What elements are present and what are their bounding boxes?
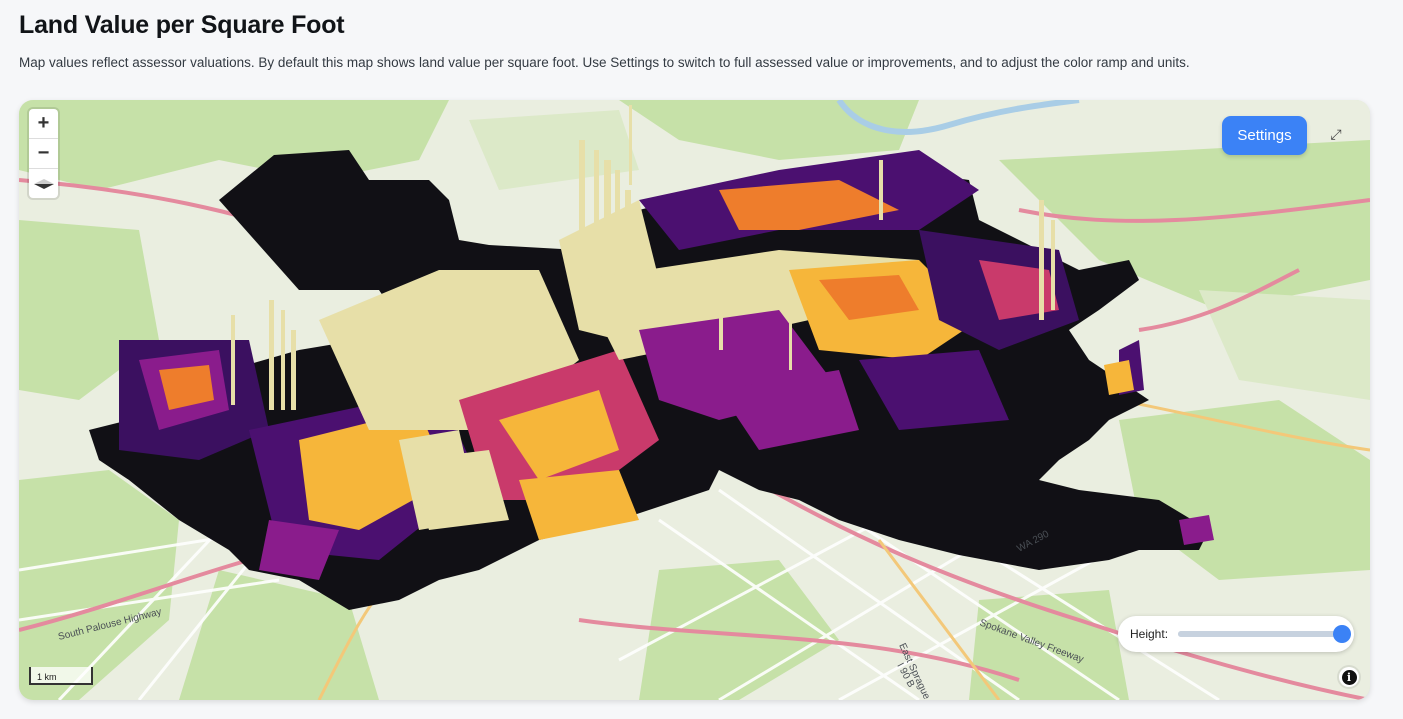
height-slider-fill bbox=[1178, 631, 1342, 637]
height-slider-thumb[interactable] bbox=[1333, 625, 1351, 643]
page-title: Land Value per Square Foot bbox=[19, 11, 345, 39]
height-label: Height: bbox=[1130, 627, 1169, 641]
height-slider[interactable] bbox=[1178, 625, 1351, 643]
compass-icon[interactable] bbox=[29, 169, 58, 198]
page-description: Map values reflect assessor valuations. … bbox=[19, 55, 1190, 70]
map-canvas[interactable]: South Palouse Highway East Sprague Ave S… bbox=[19, 100, 1370, 700]
scale-bar: 1 km bbox=[29, 667, 93, 685]
zoom-out-icon[interactable]: − bbox=[29, 139, 58, 169]
map-container[interactable]: South Palouse Highway East Sprague Ave S… bbox=[19, 100, 1370, 700]
info-button[interactable]: i bbox=[1339, 667, 1359, 687]
height-control: Height: bbox=[1118, 616, 1354, 652]
fullscreen-icon[interactable]: ⤢ bbox=[1326, 124, 1346, 144]
info-icon: i bbox=[1341, 669, 1357, 685]
zoom-in-icon[interactable]: + bbox=[29, 109, 58, 139]
settings-button[interactable]: Settings bbox=[1222, 116, 1307, 155]
navigation-control: + − bbox=[29, 109, 58, 198]
